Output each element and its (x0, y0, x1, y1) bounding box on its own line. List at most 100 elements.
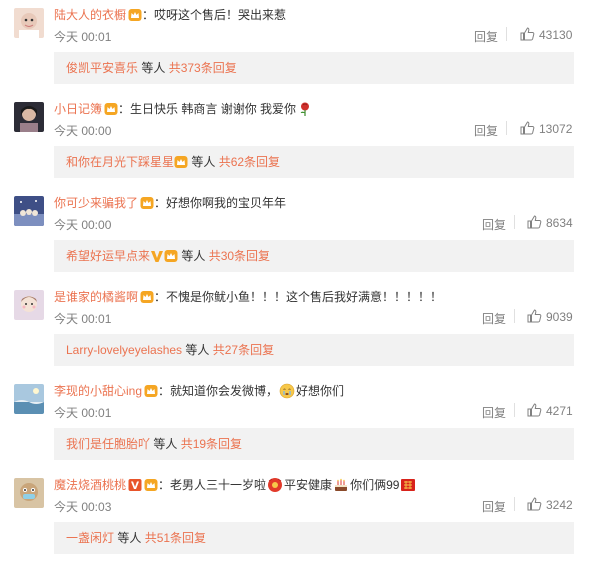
colon: ： (154, 196, 167, 210)
reply-summary[interactable]: Larry-lovelyeyelashes 等人 共27条回复 (54, 334, 574, 366)
username[interactable]: 陆大人的衣橱 (54, 8, 126, 22)
avatar[interactable] (14, 290, 44, 320)
like-count: 4271 (546, 404, 573, 418)
username[interactable]: 是谁家的橘酱啊 (54, 290, 138, 304)
timestamp: 今天 00:01 (54, 406, 112, 420)
colon: ： (118, 102, 131, 116)
comment-text: 不愧是你鱿小鱼！！！这个售后我好满意！！！！！ (166, 290, 443, 304)
divider (514, 403, 515, 417)
reply-button[interactable]: 回复 (474, 28, 498, 45)
comment-line: 陆大人的衣橱 ：哎呀这个售后！哭出来惹 (54, 7, 286, 23)
reply-summary-text: 等人 (182, 343, 213, 357)
colon: ： (154, 290, 167, 304)
comment-item: 小日记簿 ：生日快乐 韩商言 谢谢你 我爱你 今天 00:00 回复 13072 … (0, 94, 593, 188)
username[interactable]: 魔法烧酒桃桃 (54, 478, 126, 492)
timestamp: 今天 00:00 (54, 218, 112, 232)
comment-text: 平安健康 (284, 478, 333, 492)
comment-item: 李现的小甜心ing ：就知道你会发微博， 好想你们 今天 00:01 回复 4271… (0, 376, 593, 470)
comment-item: 你可少来骗我了 ：好想你啊我的宝贝年年 今天 00:00 回复 8634 希望好运… (0, 188, 593, 282)
vip-crown-icon (144, 479, 158, 491)
divider (506, 27, 507, 41)
vip-crown-icon (174, 156, 188, 168)
comment-line: 魔法烧酒桃桃 ：老男人三十一岁啦 平安健康 你们俩99 (54, 477, 417, 493)
divider (514, 497, 515, 511)
reply-summary-text: 等人 (178, 249, 209, 263)
reply-summary[interactable]: 一盏闲灯 等人 共51条回复 (54, 522, 574, 554)
reply-summary[interactable]: 希望好运早点来 等人 共30条回复 (54, 240, 574, 272)
like-thumb-icon[interactable] (519, 120, 535, 136)
reply-total-link[interactable]: 共19条回复 (181, 437, 242, 451)
comment-line: 你可少来骗我了 ：好想你啊我的宝贝年年 (54, 195, 286, 211)
avatar[interactable] (14, 102, 44, 132)
avatar[interactable] (14, 196, 44, 226)
avatar[interactable] (14, 384, 44, 414)
comment-text: 生日快乐 韩商言 谢谢你 我爱你 (130, 102, 297, 116)
timestamp: 今天 00:01 (54, 30, 112, 44)
red-envelope-emoji-icon (268, 478, 283, 492)
reply-total-link[interactable]: 共62条回复 (219, 155, 280, 169)
like-thumb-icon[interactable] (526, 496, 542, 512)
reply-user-link[interactable]: 希望好运早点来 (66, 249, 150, 263)
reply-summary-text: 等人 (188, 155, 219, 169)
timestamp: 今天 00:03 (54, 500, 112, 514)
reply-button[interactable]: 回复 (482, 310, 506, 327)
comment-text: 好想你们 (296, 384, 345, 398)
timestamp: 今天 00:00 (54, 124, 112, 138)
reply-button[interactable]: 回复 (482, 404, 506, 421)
comment-text: 你们俩99 (350, 478, 400, 492)
comment-text: 好想你啊我的宝贝年年 (166, 196, 287, 210)
colon: ： (142, 8, 155, 22)
like-count: 9039 (546, 310, 573, 324)
reply-summary[interactable]: 我们是任胞胎吖 等人 共19条回复 (54, 428, 574, 460)
username[interactable]: 李现的小甜心ing (54, 384, 142, 398)
reply-total-link[interactable]: 共30条回复 (209, 249, 270, 263)
avatar[interactable] (14, 8, 44, 38)
divider (514, 215, 515, 229)
comment-item: 魔法烧酒桃桃 ：老男人三十一岁啦 平安健康 你们俩99 今天 00:03 回复 324… (0, 470, 593, 564)
divider (506, 121, 507, 135)
reply-user-link[interactable]: 和你在月光下踩星星 (66, 155, 174, 169)
v-badge-icon (151, 251, 164, 262)
reply-summary[interactable]: 和你在月光下踩星星 等人 共62条回复 (54, 146, 574, 178)
like-thumb-icon[interactable] (526, 308, 542, 324)
colon: ： (158, 384, 171, 398)
reply-button[interactable]: 回复 (474, 122, 498, 139)
avatar[interactable] (14, 478, 44, 508)
reply-button[interactable]: 回复 (482, 498, 506, 515)
comment-line: 是谁家的橘酱啊 ：不愧是你鱿小鱼！！！这个售后我好满意！！！！！ (54, 289, 442, 305)
username[interactable]: 你可少来骗我了 (54, 196, 138, 210)
colon: ： (158, 478, 171, 492)
comment-item: 是谁家的橘酱啊 ：不愧是你鱿小鱼！！！这个售后我好满意！！！！！ 今天 00:01… (0, 282, 593, 376)
cake-emoji-icon (335, 478, 348, 491)
reply-summary[interactable]: 俊凯平安喜乐 等人 共373条回复 (54, 52, 574, 84)
hongbao-emoji-icon (401, 479, 416, 491)
reply-user-link[interactable]: 俊凯平安喜乐 (66, 61, 138, 75)
v-badge-icon (128, 479, 142, 491)
reply-user-link[interactable]: 我们是任胞胎吖 (66, 437, 150, 451)
like-thumb-icon[interactable] (526, 402, 542, 418)
like-thumb-icon[interactable] (526, 214, 542, 230)
comment-text: 就知道你会发微博， (170, 384, 279, 398)
reply-total-link[interactable]: 共51条回复 (145, 531, 206, 545)
reply-user-link[interactable]: 一盏闲灯 (66, 531, 114, 545)
reply-total-link[interactable]: 共373条回复 (169, 61, 237, 75)
divider (514, 309, 515, 323)
reply-user-link[interactable]: Larry-lovelyeyelashes (66, 343, 182, 357)
vip-crown-icon (144, 385, 158, 397)
reply-summary-text: 等人 (114, 531, 145, 545)
username[interactable]: 小日记簿 (54, 102, 102, 116)
reply-button[interactable]: 回复 (482, 216, 506, 233)
vip-crown-icon (128, 9, 142, 21)
reply-summary-text: 等人 (138, 61, 169, 75)
like-thumb-icon[interactable] (519, 26, 535, 42)
vip-crown-icon (104, 103, 118, 115)
comment-text: 哎呀这个售后！哭出来惹 (154, 8, 287, 22)
comment-line: 李现的小甜心ing ：就知道你会发微博， 好想你们 (54, 383, 344, 399)
like-count: 3242 (546, 498, 573, 512)
timestamp: 今天 00:01 (54, 312, 112, 326)
vip-crown-icon (140, 197, 154, 209)
reply-summary-text: 等人 (150, 437, 181, 451)
reply-total-link[interactable]: 共27条回复 (213, 343, 274, 357)
vip-crown-icon (164, 250, 178, 262)
like-count: 43130 (539, 28, 573, 42)
